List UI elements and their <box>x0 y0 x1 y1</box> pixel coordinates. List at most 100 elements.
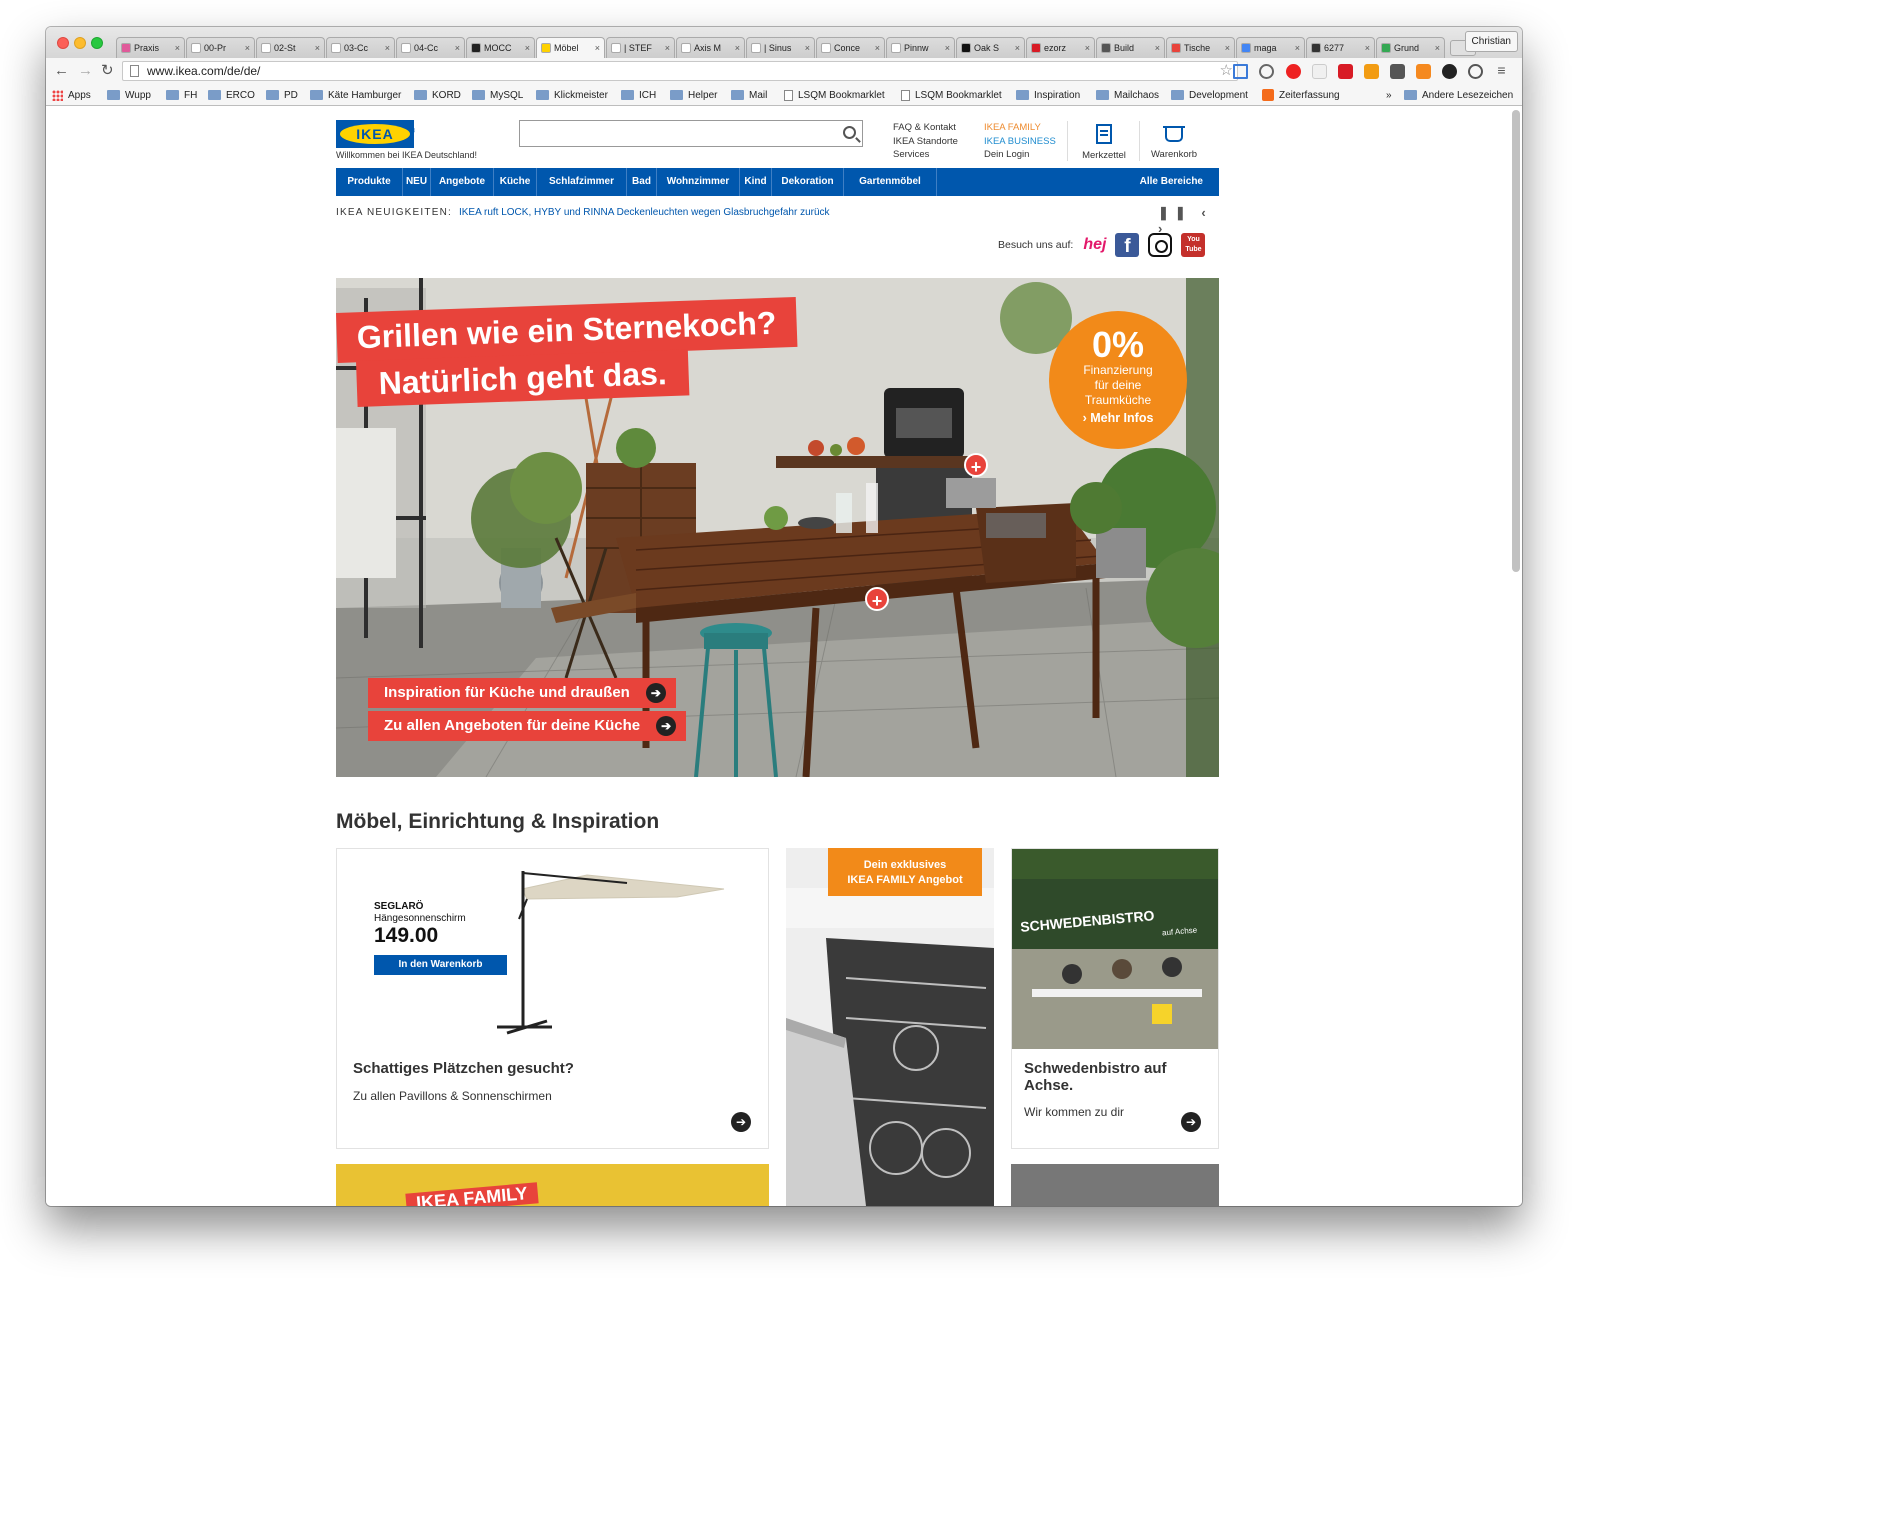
grill-promo-card[interactable] <box>1011 1164 1219 1206</box>
browser-tab[interactable]: Conce × <box>816 37 885 58</box>
bookmarks-more[interactable]: » <box>1386 84 1392 106</box>
browser-tab[interactable]: 03-Cc × <box>326 37 395 58</box>
browser-tab[interactable]: Build × <box>1096 37 1165 58</box>
bookmark-item[interactable]: Mailchaos <box>1096 84 1159 106</box>
arrow-right-icon[interactable]: ➔ <box>731 1112 751 1132</box>
tab-close-icon[interactable]: × <box>1155 43 1160 53</box>
tab-close-icon[interactable]: × <box>735 43 740 53</box>
nav-item[interactable]: NEU <box>403 168 431 196</box>
zoom-window-button[interactable] <box>91 37 103 49</box>
chart-extension-icon[interactable] <box>1364 64 1379 79</box>
financing-badge[interactable]: 0% Finanzierung für deine Traumküche › M… <box>1049 311 1187 449</box>
search-input[interactable] <box>519 120 863 147</box>
bookmark-item[interactable]: ERCO <box>208 84 255 106</box>
tab-close-icon[interactable]: × <box>245 43 250 53</box>
back-arrow-icon[interactable]: ← <box>54 61 69 81</box>
card-subtitle[interactable]: Wir kommen zu dir <box>1024 1105 1124 1119</box>
nav-item[interactable]: Produkte <box>336 168 403 196</box>
tab-close-icon[interactable]: × <box>1225 43 1230 53</box>
recycle-icon[interactable] <box>1259 64 1274 79</box>
bookmark-item[interactable]: MySQL <box>472 84 523 106</box>
browser-tab[interactable]: Praxis × <box>116 37 185 58</box>
parasol-card[interactable]: SEGLARÖ Hängesonnenschirm 149.00 In den … <box>336 848 769 1149</box>
nav-item[interactable]: Wohnzimmer <box>657 168 740 196</box>
bookmark-item[interactable]: FH <box>166 84 197 106</box>
browser-tab[interactable]: Möbel × <box>536 37 605 58</box>
bookmark-item[interactable]: Zeiterfassung <box>1262 84 1340 106</box>
faq-link[interactable]: FAQ & Kontakt <box>893 121 958 135</box>
browser-tab[interactable]: Oak S × <box>956 37 1025 58</box>
tab-close-icon[interactable]: × <box>1015 43 1020 53</box>
family-promo-card[interactable]: IKEA FAMILY <box>336 1164 769 1206</box>
opera-icon[interactable] <box>1286 64 1301 79</box>
forward-arrow-icon[interactable]: → <box>78 61 93 81</box>
info-icon[interactable] <box>1468 64 1483 79</box>
address-bar[interactable]: www.ikea.com/de/de/ ☆ <box>122 61 1238 81</box>
bookmark-item[interactable]: PD <box>266 84 298 106</box>
minimize-window-button[interactable] <box>74 37 86 49</box>
instagram-icon[interactable] <box>1148 233 1173 257</box>
tab-close-icon[interactable]: × <box>175 43 180 53</box>
bookmark-item[interactable]: LSQM Bookmarklet <box>901 84 1002 106</box>
services-link[interactable]: Services <box>893 148 958 162</box>
tab-close-icon[interactable]: × <box>385 43 390 53</box>
cast-icon[interactable] <box>1233 64 1248 79</box>
extension-red-icon[interactable] <box>1338 64 1353 79</box>
ikea-business-link[interactable]: IKEA BUSINESS <box>984 135 1056 149</box>
bookmark-item[interactable]: Helper <box>670 84 717 106</box>
login-link[interactable]: Dein Login <box>984 148 1056 162</box>
bookmark-item[interactable]: Inspiration <box>1016 84 1080 106</box>
news-controls[interactable]: ❚❚ ‹ › <box>1158 205 1219 236</box>
browser-tab[interactable]: MOCC × <box>466 37 535 58</box>
browser-tab[interactable]: ezorz × <box>1026 37 1095 58</box>
tab-close-icon[interactable]: × <box>1085 43 1090 53</box>
bookmark-item[interactable]: LSQM Bookmarklet <box>784 84 885 106</box>
more-info-link[interactable]: › Mehr Infos <box>1049 411 1187 425</box>
browser-tab[interactable]: maga × <box>1236 37 1305 58</box>
bistro-card[interactable]: SCHWEDENBISTRO auf Achse Schwedenbistro … <box>1011 848 1219 1149</box>
browser-tab[interactable]: | Sinus × <box>746 37 815 58</box>
extension-dark-icon[interactable] <box>1390 64 1405 79</box>
news-link[interactable]: IKEA ruft LOCK, HYBY und RINNA Deckenleu… <box>459 207 830 218</box>
inspiration-button[interactable]: Inspiration für Küche und draußen ➔ <box>368 678 676 708</box>
browser-tab[interactable]: 04-Cc × <box>396 37 465 58</box>
bookmark-item[interactable]: ICH <box>621 84 656 106</box>
family-offer-card[interactable]: Dein exklusives IKEA FAMILY Angebot <box>786 848 994 1206</box>
browser-tab[interactable]: Pinnw × <box>886 37 955 58</box>
nav-item[interactable]: Schlafzimmer <box>537 168 627 196</box>
bookmark-item[interactable]: Development <box>1171 84 1248 106</box>
browser-tab[interactable]: 00-Pr × <box>186 37 255 58</box>
profile-button[interactable]: Christian <box>1464 31 1518 52</box>
bookmark-item[interactable]: Käte Hamburger <box>310 84 401 106</box>
tab-close-icon[interactable]: × <box>945 43 950 53</box>
product-hotspot-plus-icon[interactable]: + <box>865 587 889 611</box>
extension-icon[interactable] <box>1312 64 1327 79</box>
tab-close-icon[interactable]: × <box>1295 43 1300 53</box>
search-icon[interactable] <box>843 126 856 139</box>
browser-tab[interactable]: 6277 × <box>1306 37 1375 58</box>
bookmark-item[interactable]: Apps <box>52 84 91 106</box>
add-to-cart-button[interactable]: In den Warenkorb <box>374 955 507 975</box>
hero-banner[interactable]: Grillen wie ein Sternekoch? Natürlich ge… <box>336 278 1219 777</box>
bookmark-item[interactable]: Wupp <box>107 84 151 106</box>
menu-icon[interactable]: ≡ <box>1494 63 1509 79</box>
nav-item[interactable]: Küche <box>494 168 537 196</box>
tab-close-icon[interactable]: × <box>805 43 810 53</box>
tab-close-icon[interactable]: × <box>595 43 600 53</box>
nav-item[interactable]: Angebote <box>431 168 494 196</box>
tab-close-icon[interactable]: × <box>315 43 320 53</box>
bookmark-item[interactable]: Klickmeister <box>536 84 608 106</box>
extension-orange-icon[interactable] <box>1416 64 1431 79</box>
ikea-logo[interactable]: IKEA ® <box>336 120 415 148</box>
browser-tab[interactable]: 02-St × <box>256 37 325 58</box>
nav-item[interactable]: Bad <box>627 168 657 196</box>
kitchen-offers-button[interactable]: Zu allen Angeboten für deine Küche ➔ <box>368 711 687 741</box>
arrow-right-icon[interactable]: ➔ <box>1181 1112 1201 1132</box>
tab-close-icon[interactable]: × <box>1365 43 1370 53</box>
nav-item[interactable]: Gartenmöbel <box>844 168 937 196</box>
bookmark-item[interactable]: KORD <box>414 84 461 106</box>
cart-button[interactable]: Warenkorb <box>1146 124 1202 160</box>
browser-tab[interactable]: Grund × <box>1376 37 1445 58</box>
nav-all-areas[interactable]: Alle Bereiche <box>1140 168 1219 196</box>
reload-icon[interactable]: ↻ <box>101 61 114 81</box>
